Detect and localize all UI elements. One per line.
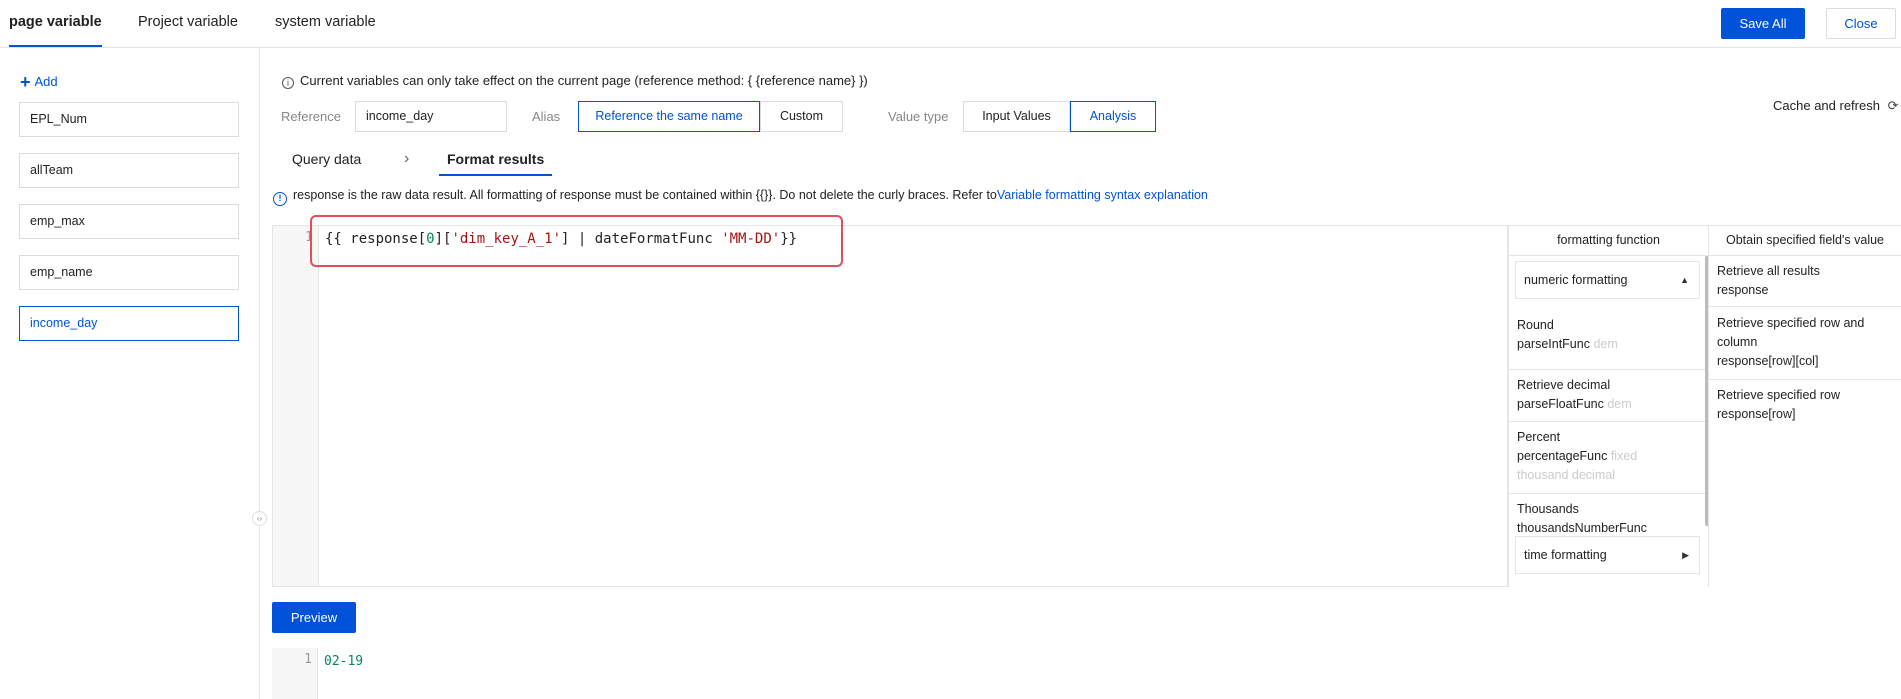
function-name: Retrieve decimal xyxy=(1517,378,1611,392)
function-code: percentageFunc xyxy=(1517,449,1608,463)
value-item-code: response[row] xyxy=(1717,407,1796,421)
variable-sidebar: + Add EPL_Num allTeam emp_max emp_name in… xyxy=(0,48,260,699)
add-variable-button[interactable]: + Add xyxy=(20,72,58,93)
alias-label: Alias xyxy=(532,109,561,124)
function-hint: dem xyxy=(1593,337,1618,351)
info-text: Current variables can only take effect o… xyxy=(300,73,868,88)
line-gutter: 1 xyxy=(273,226,319,586)
notice-text: response is the raw data result. All for… xyxy=(293,188,997,202)
save-all-button[interactable]: Save All xyxy=(1721,8,1805,39)
caret-right-icon: ▶ xyxy=(1682,550,1689,560)
reference-label: Reference xyxy=(281,109,341,124)
value-item-code: response[row][col] xyxy=(1717,354,1819,368)
caret-up-icon: ▲ xyxy=(1680,275,1689,285)
variable-item-emp-max[interactable]: emp_max xyxy=(19,204,239,239)
function-hint: dem xyxy=(1607,397,1632,411)
value-type-label: Value type xyxy=(888,109,949,124)
collapse-sidebar-icon[interactable]: ‹› xyxy=(252,511,267,526)
function-code: thousandsNumberFunc xyxy=(1517,521,1647,535)
function-name: Thousands xyxy=(1517,502,1579,516)
subtab-format-results[interactable]: Format results xyxy=(439,151,553,176)
info-message: i Current variables can only take effect … xyxy=(282,73,868,89)
field-value-title: Obtain specified field's value xyxy=(1709,226,1901,256)
code-editor[interactable]: 1 {{ response[0]['dim_key_A_1'] | dateFo… xyxy=(272,225,1508,587)
preview-button[interactable]: Preview xyxy=(272,602,356,633)
value-item-code: response xyxy=(1717,283,1769,297)
top-tab-bar: page variable Project variable system va… xyxy=(0,0,1901,48)
reference-input[interactable]: income_day xyxy=(355,101,507,132)
numeric-formatting-label: numeric formatting xyxy=(1524,273,1628,287)
info-icon: i xyxy=(282,77,294,89)
variable-item-income-day[interactable]: income_day xyxy=(19,306,239,341)
function-name: Round xyxy=(1517,318,1554,332)
function-name: Percent xyxy=(1517,430,1561,444)
value-item-label: Retrieve specified row xyxy=(1717,388,1840,402)
alert-icon: ! xyxy=(273,192,287,206)
value-item-label: Retrieve all results xyxy=(1717,264,1820,278)
retrieve-all-results[interactable]: Retrieve all results response xyxy=(1709,262,1901,307)
formatting-function-title: formatting function xyxy=(1509,226,1708,256)
function-round[interactable]: Round parseIntFunc dem xyxy=(1509,310,1705,370)
syntax-explanation-link[interactable]: Variable formatting syntax explanation xyxy=(997,188,1208,202)
time-formatting-label: time formatting xyxy=(1524,548,1607,562)
function-retrieve-decimal[interactable]: Retrieve decimal parseFloatFunc dem xyxy=(1509,370,1705,422)
add-label: Add xyxy=(34,74,58,89)
variable-item-emp-name[interactable]: emp_name xyxy=(19,255,239,290)
variable-item-epl-num[interactable]: EPL_Num xyxy=(19,102,239,137)
refresh-icon: ⟳ xyxy=(1887,98,1899,113)
tab-system-variable[interactable]: system variable xyxy=(275,0,376,47)
plus-icon: + xyxy=(20,72,31,92)
value-type-analysis[interactable]: Analysis xyxy=(1070,101,1156,132)
function-hint: fixed xyxy=(1610,449,1638,463)
function-code: parseFloatFunc xyxy=(1517,397,1604,411)
alias-option-same-name[interactable]: Reference the same name xyxy=(578,101,760,132)
tab-project-variable[interactable]: Project variable xyxy=(138,0,238,47)
retrieve-row-col[interactable]: Retrieve specified row and column respon… xyxy=(1709,314,1901,380)
result-value: 02-19 xyxy=(324,654,364,669)
value-item-label: column xyxy=(1717,335,1758,349)
cache-refresh-label: Cache and refresh xyxy=(1773,98,1880,113)
numeric-formatting-dropdown[interactable]: numeric formatting ▲ xyxy=(1515,261,1700,299)
function-code: parseIntFunc xyxy=(1517,337,1590,351)
format-notice: ! response is the raw data result. All fo… xyxy=(273,188,1208,206)
value-item-label: Retrieve specified row and xyxy=(1717,316,1865,330)
formatting-function-panel: formatting function numeric formatting ▲… xyxy=(1508,225,1709,587)
function-hint: thousand decimal xyxy=(1517,468,1615,482)
preview-result: 1 02-19 xyxy=(272,648,1901,699)
chevron-right-icon: › xyxy=(404,150,410,167)
cache-refresh-button[interactable]: Cache and refresh ⟳ xyxy=(1773,98,1898,114)
close-button[interactable]: Close xyxy=(1826,8,1896,39)
value-type-input-values[interactable]: Input Values xyxy=(963,101,1070,132)
variable-item-allteam[interactable]: allTeam xyxy=(19,153,239,188)
function-percent[interactable]: Percent percentageFunc fixed thousand de… xyxy=(1509,422,1705,494)
result-gutter: 1 xyxy=(272,648,318,699)
highlight-box xyxy=(310,215,843,267)
line-number: 1 xyxy=(304,652,312,667)
retrieve-row[interactable]: Retrieve specified row response[row] xyxy=(1709,386,1901,434)
field-value-panel: Obtain specified field's value Retrieve … xyxy=(1708,225,1901,587)
tab-page-variable[interactable]: page variable xyxy=(9,0,102,47)
subtab-query-data[interactable]: Query data xyxy=(292,151,361,175)
alias-option-custom[interactable]: Custom xyxy=(760,101,843,132)
time-formatting-dropdown[interactable]: time formatting ▶ xyxy=(1515,536,1700,574)
